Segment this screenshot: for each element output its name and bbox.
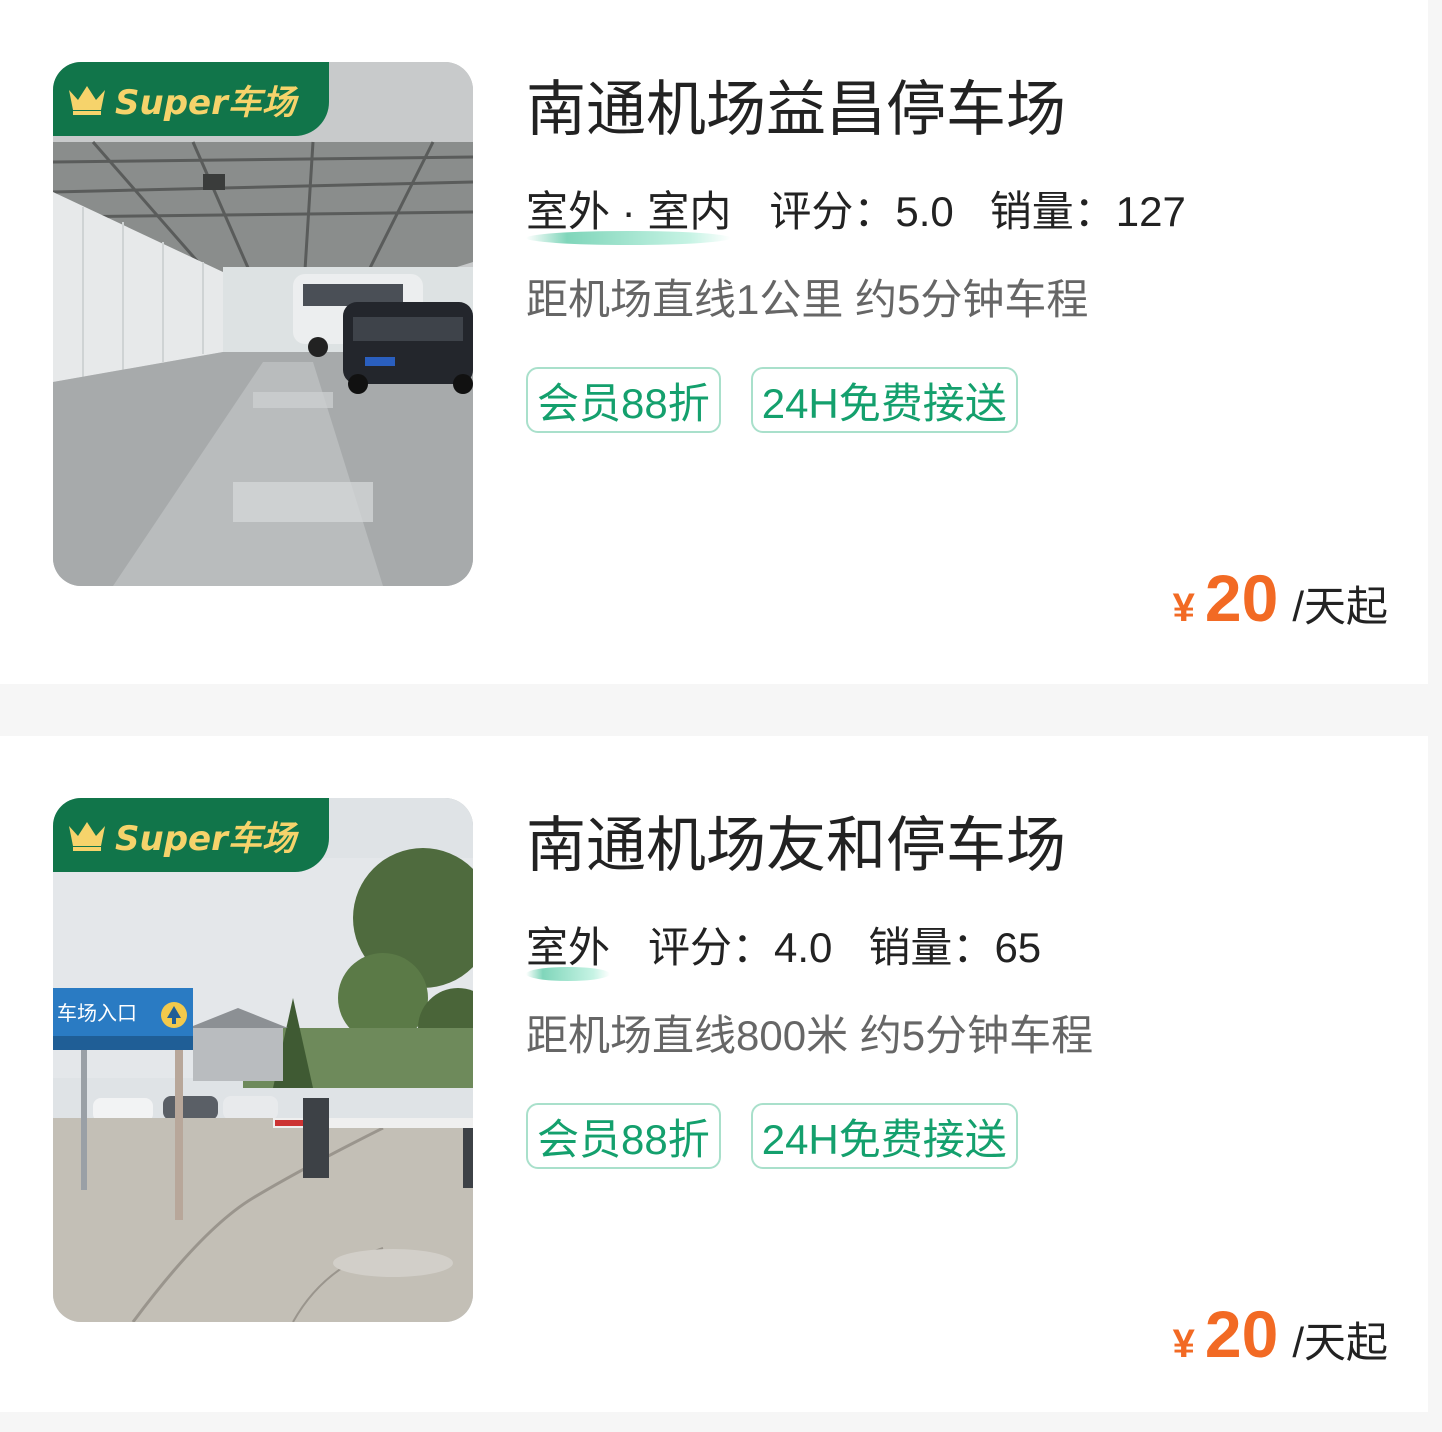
parking-meta: 室外 评分：4.0 销量：65	[526, 914, 1406, 981]
rating: 评分：4.0	[648, 914, 832, 975]
parking-name[interactable]: 南通机场友和停车场	[526, 806, 1406, 886]
sales: 销量：127	[990, 178, 1186, 239]
super-parking-badge: Super车场	[53, 62, 329, 136]
rating-value: 5.0	[895, 187, 954, 235]
sales: 销量：65	[868, 914, 1041, 975]
currency-symbol: ¥	[1172, 1322, 1195, 1366]
sales-value: 127	[1115, 187, 1186, 235]
parking-info: 南通机场友和停车场 室外 评分：4.0 销量：65 距机场直线800米 约5分钟…	[526, 806, 1406, 1169]
rating-value: 4.0	[774, 923, 833, 971]
parking-type-label: 室外	[526, 923, 611, 971]
tag-list: 会员88折 24H免费接送	[526, 367, 1406, 433]
currency-symbol: ¥	[1172, 586, 1195, 630]
badge-label: Super车场	[115, 82, 296, 123]
free-shuttle-tag: 24H免费接送	[750, 367, 1018, 433]
tag-list: 会员88折 24H免费接送	[526, 1103, 1406, 1169]
free-shuttle-tag: 24H免费接送	[750, 1103, 1018, 1169]
member-discount-tag: 会员88折	[526, 367, 721, 433]
price: ¥ 20 /天起	[1173, 1296, 1388, 1372]
parking-type: 室外 · 室内	[526, 178, 732, 245]
parking-photo[interactable]: 车场入口 Super车场	[53, 798, 473, 1322]
parking-list: Super车场 南通机场益昌停车场 室外 · 室内 评分：5.0 销量：127 …	[0, 0, 1442, 1412]
crown-icon	[69, 86, 105, 115]
parking-type: 室外	[526, 914, 611, 981]
price: ¥ 20 /天起	[1173, 560, 1388, 636]
member-discount-tag: 会员88折	[526, 1103, 721, 1169]
price-unit: /天起	[1292, 1319, 1388, 1366]
distance-text: 距机场直线1公里 约5分钟车程	[526, 276, 1089, 323]
distance-text: 距机场直线800米 约5分钟车程	[526, 1012, 1094, 1059]
parking-meta: 室外 · 室内 评分：5.0 销量：127	[526, 178, 1406, 245]
badge-label: Super车场	[115, 818, 296, 859]
indoor-garage-photo	[53, 62, 473, 586]
sales-label: 销量：	[989, 187, 1116, 235]
rating: 评分：5.0	[769, 178, 953, 239]
parking-card[interactable]: 车场入口 Super车场 南通机场友和停车场 室外 评分：4.0 销量：65 距…	[0, 736, 1428, 1412]
price-amount: 20	[1204, 561, 1279, 635]
sales-label: 销量：	[868, 923, 995, 971]
sales-value: 65	[994, 923, 1042, 971]
photo-sign-text: 车场入口	[57, 1002, 137, 1025]
parking-photo[interactable]: Super车场	[53, 62, 473, 586]
parking-type-label: 室外 · 室内	[526, 187, 732, 235]
rating-label: 评分：	[648, 923, 775, 971]
rating-label: 评分：	[769, 187, 896, 235]
price-unit: /天起	[1292, 583, 1388, 630]
price-amount: 20	[1204, 1297, 1279, 1371]
parking-info: 南通机场益昌停车场 室外 · 室内 评分：5.0 销量：127 距机场直线1公里…	[526, 70, 1406, 433]
parking-name[interactable]: 南通机场益昌停车场	[526, 70, 1406, 150]
crown-icon	[69, 822, 105, 851]
super-parking-badge: Super车场	[53, 798, 329, 872]
outdoor-lot-photo: 车场入口	[53, 798, 473, 1322]
parking-card[interactable]: Super车场 南通机场益昌停车场 室外 · 室内 评分：5.0 销量：127 …	[0, 0, 1428, 684]
